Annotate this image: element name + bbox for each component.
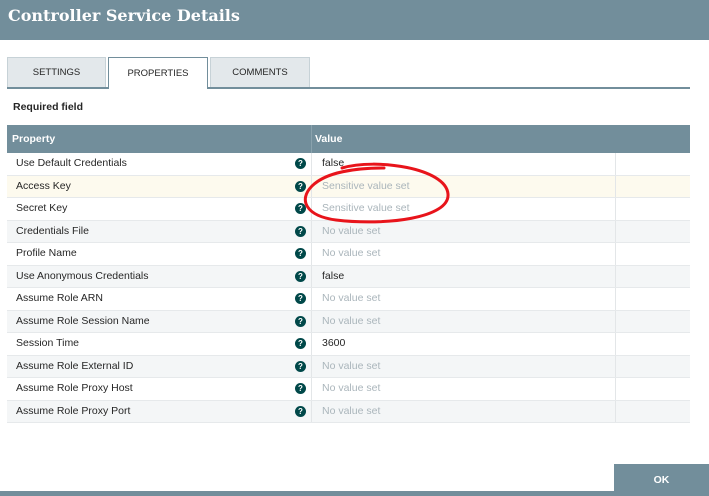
tab-settings[interactable]: SETTINGS [7,57,106,87]
table-body: Use Default Credentials? false Access Key?… [7,153,690,423]
property-value[interactable]: No value set [322,382,380,394]
cell-divider [311,355,312,377]
property-value[interactable]: No value set [322,360,380,372]
help-icon[interactable]: ? [295,248,306,259]
property-name: Secret Key [16,202,68,214]
property-value[interactable]: No value set [322,225,380,237]
cell-divider [311,310,312,332]
property-value[interactable]: 3600 [322,337,345,349]
help-icon[interactable]: ? [295,293,306,304]
cell-divider [311,198,312,220]
column-header-property: Property [12,133,56,145]
help-icon[interactable]: ? [295,203,306,214]
property-name: Assume Role External ID [16,359,134,372]
property-name: Access Key [16,179,71,192]
table-row[interactable]: Assume Role Proxy Port? No value set [7,400,690,423]
help-icon[interactable]: ? [295,360,306,372]
cell-divider [615,355,616,377]
help-icon[interactable]: ? [295,270,306,282]
dialog-footer-bar [0,491,709,496]
cell-divider [615,243,616,265]
column-header-value: Value [315,133,343,145]
cell-divider [615,400,616,422]
cell-divider [615,288,616,310]
cell-divider [615,310,616,332]
property-value[interactable]: false [322,157,344,169]
property-name: Use Anonymous Credentials [16,269,149,282]
cell-divider [615,265,616,287]
help-icon[interactable]: ? [295,180,306,192]
table-row[interactable]: Profile Name? No value set [7,243,690,266]
cell-divider [311,220,312,242]
property-value[interactable]: No value set [322,247,380,259]
cell-divider [311,288,312,310]
cell-divider [311,378,312,400]
help-icon[interactable]: ? [295,315,306,327]
property-value[interactable]: false [322,270,344,282]
dialog-header: Controller Service Details [0,0,709,40]
tab-bar: SETTINGS PROPERTIES COMMENTS [7,57,690,89]
table-row[interactable]: Secret Key? Sensitive value set [7,198,690,221]
property-value[interactable]: Sensitive value set [322,202,410,214]
property-name: Assume Role ARN [16,292,103,304]
property-value[interactable]: No value set [322,292,380,304]
required-field-label: Required field [13,101,84,113]
table-row[interactable]: Credentials File? No value set [7,220,690,243]
cell-divider [311,175,312,197]
tab-comments[interactable]: COMMENTS [210,57,310,87]
cell-divider [615,333,616,355]
property-name: Assume Role Proxy Port [16,404,131,417]
table-row[interactable]: Use Anonymous Credentials? false [7,265,690,288]
help-icon[interactable]: ? [295,225,306,237]
cell-divider [615,153,616,175]
cell-divider [311,153,312,175]
table-row[interactable]: Access Key? Sensitive value set [7,175,690,198]
cell-divider [311,400,312,422]
cell-divider [311,333,312,355]
table-row[interactable]: Use Default Credentials? false [7,153,690,176]
cell-divider [615,198,616,220]
property-name: Credentials File [16,224,89,237]
property-value[interactable]: No value set [322,405,380,417]
column-divider [311,125,312,153]
cell-divider [615,378,616,400]
cell-divider [311,243,312,265]
cell-divider [311,265,312,287]
property-name: Use Default Credentials [16,157,127,169]
property-value[interactable]: Sensitive value set [322,180,410,192]
property-name: Profile Name [16,247,77,259]
property-name: Assume Role Session Name [16,314,150,327]
help-icon[interactable]: ? [295,338,306,349]
cell-divider [615,175,616,197]
table-row[interactable]: Assume Role Session Name? No value set [7,310,690,333]
property-value[interactable]: No value set [322,315,380,327]
property-name: Assume Role Proxy Host [16,382,133,394]
help-icon[interactable]: ? [295,383,306,394]
table-row[interactable]: Session Time? 3600 [7,333,690,356]
table-header: Property Value [7,125,690,153]
properties-table: Property Value Use Default Credentials? f… [7,125,690,423]
help-icon[interactable]: ? [295,405,306,417]
table-row[interactable]: Assume Role ARN? No value set [7,288,690,311]
table-row[interactable]: Assume Role Proxy Host? No value set [7,378,690,401]
property-name: Session Time [16,337,80,349]
table-row[interactable]: Assume Role External ID? No value set [7,355,690,378]
tab-properties[interactable]: PROPERTIES [108,57,208,89]
cell-divider [615,220,616,242]
dialog-title: Controller Service Details [8,6,240,25]
help-icon[interactable]: ? [295,158,306,169]
